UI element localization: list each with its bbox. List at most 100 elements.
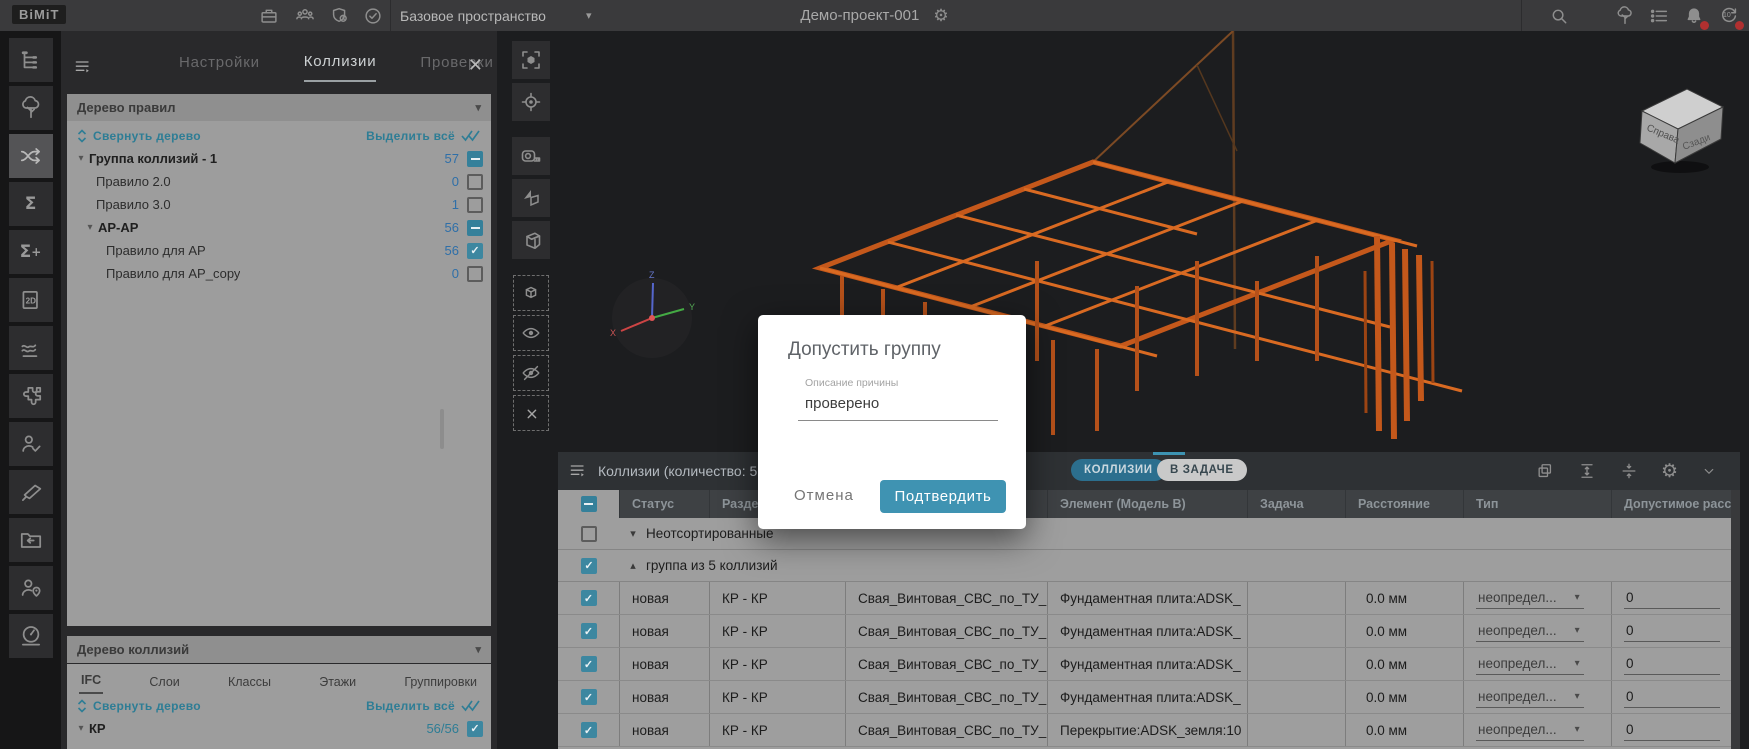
trowel-icon[interactable] xyxy=(9,470,53,514)
tree-expand-icon[interactable]: ▾ xyxy=(73,723,89,734)
row-checkbox[interactable] xyxy=(581,689,597,705)
workspace-selector[interactable]: Базовое пространство ▾ xyxy=(400,0,592,31)
user-location-icon[interactable] xyxy=(9,566,53,610)
row-checkbox[interactable] xyxy=(581,722,597,738)
sync-history-icon[interactable]: 10 xyxy=(1716,3,1741,28)
row-checkbox[interactable] xyxy=(581,656,597,672)
table-row[interactable]: новая КР - КР Свая_Винтовая_СВС_по_ТУ_ П… xyxy=(558,714,1740,747)
table-menu-icon[interactable] xyxy=(568,461,588,481)
notifications-bell-icon[interactable] xyxy=(1681,3,1706,28)
col-element-b[interactable]: Элемент (Модель B) xyxy=(1048,490,1248,518)
tree-expand-icon[interactable]: ▾ xyxy=(73,153,89,164)
measure-tape-icon[interactable] xyxy=(512,137,550,175)
tree-checkbox[interactable] xyxy=(467,266,483,282)
tree-item-rule[interactable]: Правило 3.0 1 xyxy=(67,193,491,216)
collapse-tree-link[interactable]: Свернуть дерево xyxy=(77,699,201,713)
row-checkbox[interactable] xyxy=(581,623,597,639)
check-circle-icon[interactable] xyxy=(360,3,385,28)
collapse-tree-link[interactable]: Свернуть дерево xyxy=(77,129,201,143)
group-collapse-icon[interactable]: ▾ xyxy=(620,527,646,540)
sigma-summary-icon[interactable]: Σ xyxy=(9,182,53,226)
tree-item-rule[interactable]: Правило для АР_сору 0 xyxy=(67,262,491,285)
list-icon[interactable] xyxy=(1646,3,1671,28)
type-dropdown[interactable]: неопредел...▾ xyxy=(1476,687,1584,708)
row-checkbox[interactable] xyxy=(581,590,597,606)
panel-scrollbar-thumb[interactable] xyxy=(440,409,444,449)
filter-collisions-chip[interactable]: КОЛЛИЗИИ xyxy=(1071,459,1166,481)
tree-checkbox[interactable] xyxy=(467,174,483,190)
collapse-rows-icon[interactable] xyxy=(1619,461,1639,481)
clash-detection-shuffle-icon[interactable] xyxy=(9,134,53,178)
allowed-distance-input[interactable]: 0 xyxy=(1624,621,1720,642)
tree-checkbox[interactable] xyxy=(467,243,483,259)
graphs-trend-icon[interactable] xyxy=(9,326,53,370)
type-dropdown[interactable]: неопредел...▾ xyxy=(1476,588,1584,609)
project-settings-gear-icon[interactable]: ⚙ xyxy=(933,6,948,26)
tree-checkbox[interactable] xyxy=(467,197,483,213)
group-row-5-collisions[interactable]: ▴ группа из 5 коллизий xyxy=(558,550,1740,582)
show-eye-icon[interactable] xyxy=(513,315,549,351)
reason-input[interactable] xyxy=(798,391,998,421)
clear-selection-icon[interactable] xyxy=(513,395,549,431)
filter-in-task-chip[interactable]: В ЗАДАЧЕ xyxy=(1157,459,1247,481)
type-dropdown[interactable]: неопредел...▾ xyxy=(1476,654,1584,675)
col-task[interactable]: Задача xyxy=(1248,490,1346,518)
group-checkbox[interactable] xyxy=(581,526,597,542)
shield-clock-icon[interactable] xyxy=(327,3,352,28)
table-row[interactable]: новая КР - КР Свая_Винтовая_СВС_по_ТУ_ Ф… xyxy=(558,615,1740,648)
tree-item-kr[interactable]: ▾ КР 56/56 xyxy=(67,717,491,740)
type-dropdown[interactable]: неопредел...▾ xyxy=(1476,621,1584,642)
isolate-object-icon[interactable] xyxy=(513,275,549,311)
allowed-distance-input[interactable]: 0 xyxy=(1624,588,1720,609)
row-height-expand-icon[interactable] xyxy=(1577,461,1597,481)
cancel-button[interactable]: Отмена xyxy=(794,487,854,504)
select-all-link[interactable]: Выделить всё xyxy=(366,699,481,713)
table-settings-gear-icon[interactable]: ⚙ xyxy=(1661,460,1678,483)
collisions-tree-header[interactable]: Дерево коллизий ▾ xyxy=(67,636,491,663)
model-tree-icon[interactable] xyxy=(1612,3,1637,28)
team-icon[interactable] xyxy=(292,3,317,28)
structure-tree-icon[interactable] xyxy=(9,38,53,82)
allowed-distance-input[interactable]: 0 xyxy=(1624,654,1720,675)
tab-classes[interactable]: Классы xyxy=(226,672,273,694)
group-checkbox[interactable] xyxy=(581,558,597,574)
duplicate-icon[interactable] xyxy=(1535,461,1555,481)
tree-item-rule[interactable]: Правило 2.0 0 xyxy=(67,170,491,193)
tab-layers[interactable]: Слои xyxy=(147,672,181,694)
col-type[interactable]: Тип xyxy=(1464,490,1612,518)
rules-tree-header[interactable]: Дерево правил ▾ xyxy=(67,94,491,121)
tab-collisions[interactable]: Коллизии xyxy=(304,45,377,82)
tree-checkbox[interactable] xyxy=(467,220,483,236)
select-all-link[interactable]: Выделить всё xyxy=(366,129,481,143)
confirm-button[interactable]: Подтвердить xyxy=(880,480,1006,513)
tab-groupings[interactable]: Группировки xyxy=(402,672,479,694)
gauge-dashboard-icon[interactable] xyxy=(9,614,53,658)
col-distance[interactable]: Расстояние xyxy=(1346,490,1464,518)
table-scrollbar-track[interactable] xyxy=(1731,490,1740,749)
2d-view-icon[interactable]: 2D xyxy=(9,278,53,322)
folder-import-icon[interactable] xyxy=(9,518,53,562)
tree-item-group[interactable]: ▾ Группа коллизий - 1 57 xyxy=(67,147,491,170)
table-row[interactable]: новая КР - КР Свая_Винтовая_СВС_по_ТУ_ Ф… xyxy=(558,681,1740,714)
col-allowed-distance[interactable]: Допустимое расстояние xyxy=(1612,490,1740,518)
allowed-distance-input[interactable]: 0 xyxy=(1624,687,1720,708)
tab-ifc[interactable]: IFC xyxy=(79,670,103,694)
select-all-checkbox[interactable] xyxy=(581,496,597,512)
sigma-add-icon[interactable]: Σ+ xyxy=(9,230,53,274)
tree-item-rule[interactable]: Правило для АР 56 xyxy=(67,239,491,262)
plugins-puzzle-icon[interactable] xyxy=(9,374,53,418)
user-approve-icon[interactable] xyxy=(9,422,53,466)
chevron-down-icon[interactable] xyxy=(1700,462,1718,480)
col-status[interactable]: Статус xyxy=(620,490,710,518)
collapse-section-icon[interactable]: ▾ xyxy=(475,101,481,114)
tab-storeys[interactable]: Этажи xyxy=(317,672,358,694)
tree-checkbox[interactable] xyxy=(467,151,483,167)
section-box-icon[interactable] xyxy=(512,221,550,259)
allowed-distance-input[interactable]: 0 xyxy=(1624,720,1720,741)
section-plane-icon[interactable] xyxy=(512,179,550,217)
table-row[interactable]: новая КР - КР Свая_Винтовая_СВС_по_ТУ_ Ф… xyxy=(558,648,1740,681)
locate-target-icon[interactable] xyxy=(512,83,550,121)
collapse-section-icon[interactable]: ▾ xyxy=(475,643,481,656)
projects-briefcase-icon[interactable] xyxy=(256,3,281,28)
tree-checkbox[interactable] xyxy=(467,721,483,737)
